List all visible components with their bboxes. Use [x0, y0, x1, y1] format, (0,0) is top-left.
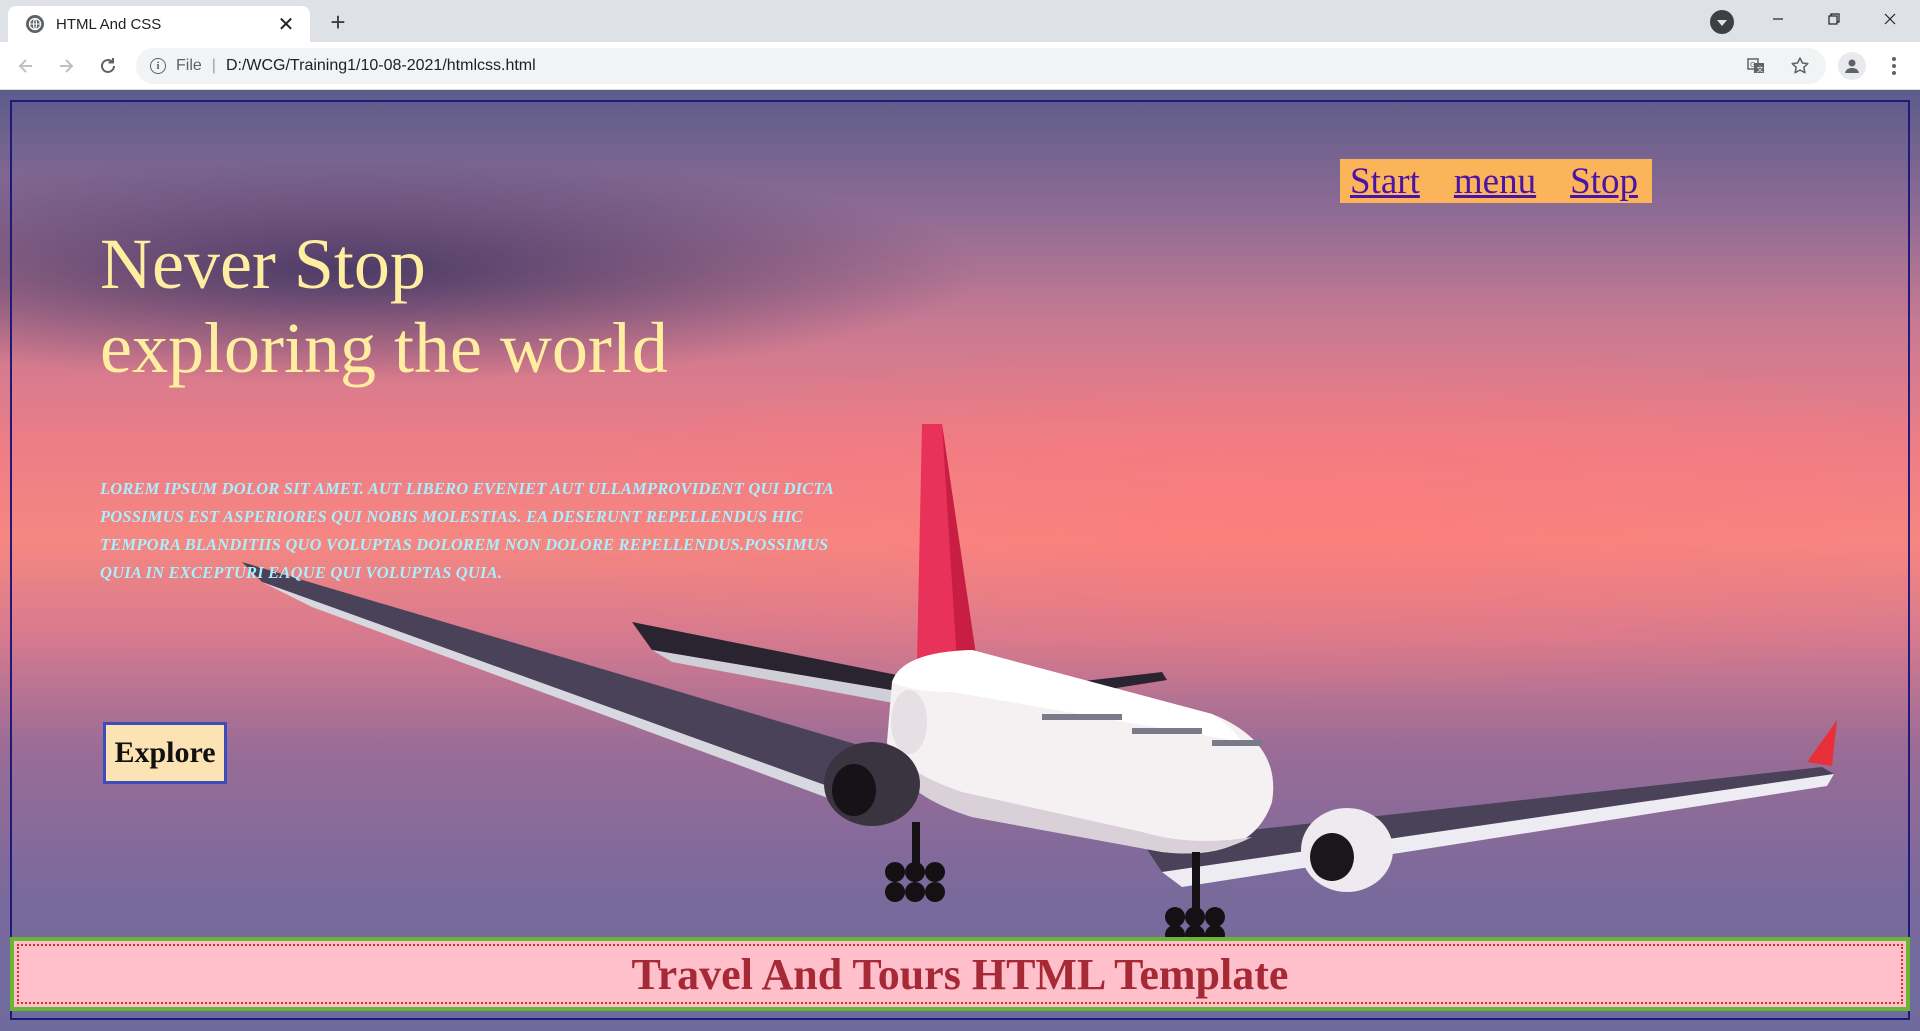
tab-strip: HTML And CSS ✕ + [0, 0, 1920, 42]
address-bar[interactable]: i File | D:/WCG/Training1/10-08-2021/htm… [136, 48, 1826, 84]
nav-link-menu[interactable]: menu [1454, 160, 1536, 203]
reload-icon[interactable] [94, 52, 122, 80]
browser-toolbar: i File | D:/WCG/Training1/10-08-2021/htm… [0, 42, 1920, 90]
hero-section: Start menu Stop Never Stop exploring the… [10, 100, 1910, 1020]
info-icon[interactable]: i [150, 58, 166, 74]
hero-headline: Never Stop exploring the world [100, 222, 668, 390]
nav-link-stop[interactable]: Stop [1570, 160, 1638, 203]
explore-button[interactable]: Explore [103, 722, 227, 784]
headline-line-1: Never Stop [100, 224, 426, 304]
forward-arrow-icon[interactable] [52, 52, 80, 80]
globe-icon [26, 15, 44, 33]
svg-text:文: 文 [1757, 65, 1764, 74]
tab-close-icon[interactable]: ✕ [274, 12, 298, 36]
restore-button[interactable] [1806, 0, 1862, 38]
footer-banner: Travel And Tours HTML Template [10, 937, 1910, 1011]
url-text[interactable]: D:/WCG/Training1/10-08-2021/htmlcss.html [226, 57, 536, 75]
nav-link-start[interactable]: Start [1350, 160, 1420, 203]
url-separator: | [211, 57, 216, 74]
hero-description: Lorem ipsum dolor sit amet. Aut libero e… [100, 479, 834, 582]
back-arrow-icon[interactable] [12, 52, 40, 80]
browser-tab[interactable]: HTML And CSS ✕ [8, 6, 310, 42]
tab-search-icon[interactable] [1710, 10, 1734, 34]
tab-title: HTML And CSS [56, 15, 162, 33]
page-viewport: Start menu Stop Never Stop exploring the… [0, 90, 1920, 1031]
translate-icon[interactable]: 文G [1744, 54, 1768, 78]
footer-title: Travel And Tours HTML Template [631, 949, 1289, 999]
bookmark-star-icon[interactable] [1788, 54, 1812, 78]
url-scheme: File [176, 57, 202, 74]
footer-inner-border: Travel And Tours HTML Template [17, 944, 1903, 1004]
profile-avatar-icon[interactable] [1838, 52, 1866, 80]
close-window-button[interactable] [1862, 0, 1918, 38]
browser-menu-icon[interactable] [1882, 52, 1906, 80]
minimize-button[interactable] [1750, 0, 1806, 38]
new-tab-button[interactable]: + [324, 8, 352, 36]
headline-line-2: exploring the world [100, 308, 668, 388]
top-nav: Start menu Stop [1340, 159, 1652, 203]
svg-text:G: G [1750, 61, 1755, 69]
